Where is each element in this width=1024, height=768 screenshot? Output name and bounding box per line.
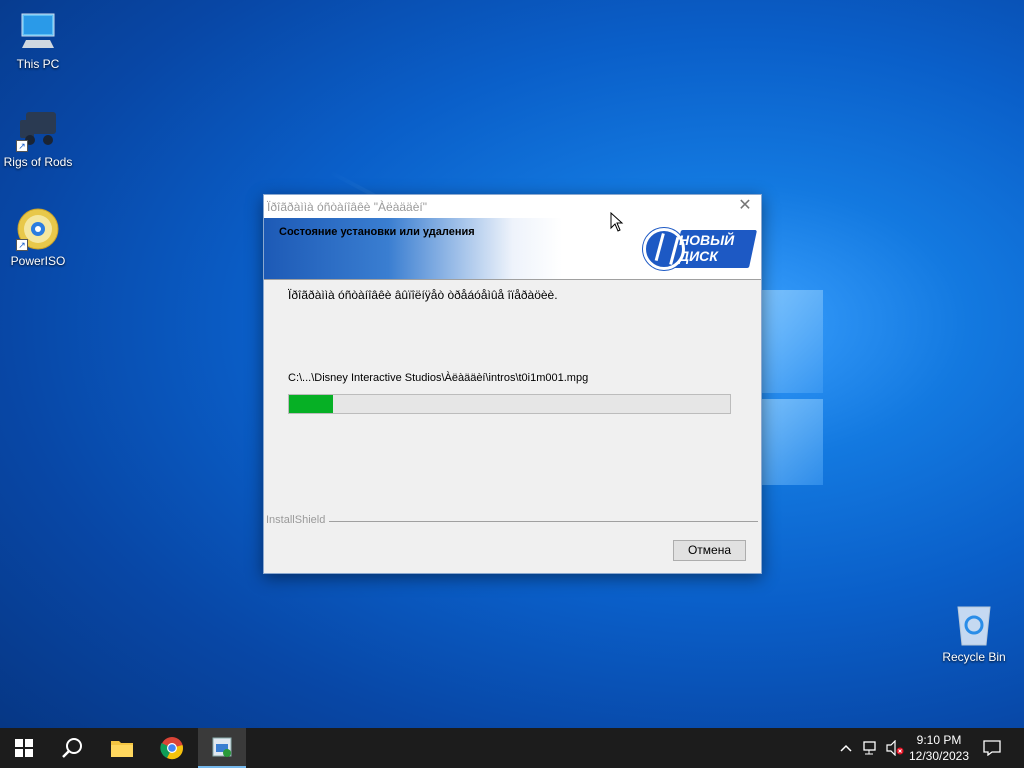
- start-icon[interactable]: [0, 728, 48, 768]
- installer-dialog: Ïðîãðàììà óñòàíîâêè "Àëàääèí" ✕ Состояни…: [263, 194, 762, 574]
- current-file-path: C:\...\Disney Interactive Studios\Àëàääè…: [288, 372, 589, 384]
- shortcut-arrow-icon: ↗: [16, 239, 28, 251]
- installshield-divider: InstallShield: [266, 514, 758, 528]
- truck-icon: ↗: [16, 108, 60, 152]
- installshield-label: InstallShield: [266, 514, 330, 526]
- novy-disk-logo: НОВЫЙ ДИСК: [643, 228, 758, 270]
- notification-icon[interactable]: [978, 728, 1006, 768]
- dialog-title: Ïðîãðàììà óñòàíîâêè "Àëàääèí": [267, 200, 427, 214]
- banner-heading: Состояние установки или удаления: [279, 226, 475, 238]
- file-explorer-icon[interactable]: [98, 728, 146, 768]
- dialog-body: Ïðîãðàììà óñòàíîâêè âûïîëíÿåò òðåáóåìûå …: [264, 280, 761, 574]
- progress-bar: [288, 394, 731, 414]
- dialog-banner: Состояние установки или удаления НОВЫЙ Д…: [264, 218, 761, 280]
- shortcut-arrow-icon: ↗: [16, 140, 28, 152]
- installer-icon[interactable]: [198, 728, 246, 768]
- clock-date: 12/30/2023: [908, 749, 970, 763]
- desktop-icon-rigs-of-rods[interactable]: ↗ Rigs of Rods: [0, 108, 76, 169]
- disc-icon: ↗: [16, 207, 60, 251]
- desktop-icon-recycle-bin[interactable]: Recycle Bin: [936, 603, 1012, 664]
- status-message: Ïðîãðàììà óñòàíîâêè âûïîëíÿåò òðåáóåìûå …: [288, 288, 558, 302]
- desktop-icon-label: This PC: [16, 57, 60, 71]
- taskbar: 9:10 PM 12/30/2023: [0, 728, 1024, 768]
- desktop-icon-this-pc[interactable]: This PC: [0, 10, 76, 71]
- chrome-icon[interactable]: [148, 728, 196, 768]
- close-icon[interactable]: ✕: [735, 197, 755, 215]
- volume-muted-icon[interactable]: [884, 728, 906, 768]
- dialog-titlebar[interactable]: Ïðîãðàììà óñòàíîâêè "Àëàääèí" ✕: [264, 195, 761, 218]
- network-icon[interactable]: [860, 728, 882, 768]
- cancel-button[interactable]: Отмена: [673, 540, 746, 561]
- desktop-icon-label: PowerISO: [10, 254, 66, 268]
- this-pc-icon: [16, 10, 60, 54]
- mouse-cursor-icon: [610, 212, 624, 232]
- desktop-icon-label: Rigs of Rods: [3, 155, 73, 169]
- taskbar-clock[interactable]: 9:10 PM 12/30/2023: [904, 732, 974, 764]
- desktop-icon-label: Recycle Bin: [942, 650, 1006, 664]
- progress-bar-fill: [289, 395, 334, 413]
- recycle-bin-icon: [952, 603, 996, 647]
- search-icon[interactable]: [48, 728, 96, 768]
- desktop-icon-poweriso[interactable]: ↗ PowerISO: [0, 207, 76, 268]
- chevron-up-icon[interactable]: [836, 728, 856, 768]
- clock-time: 9:10 PM: [916, 733, 962, 747]
